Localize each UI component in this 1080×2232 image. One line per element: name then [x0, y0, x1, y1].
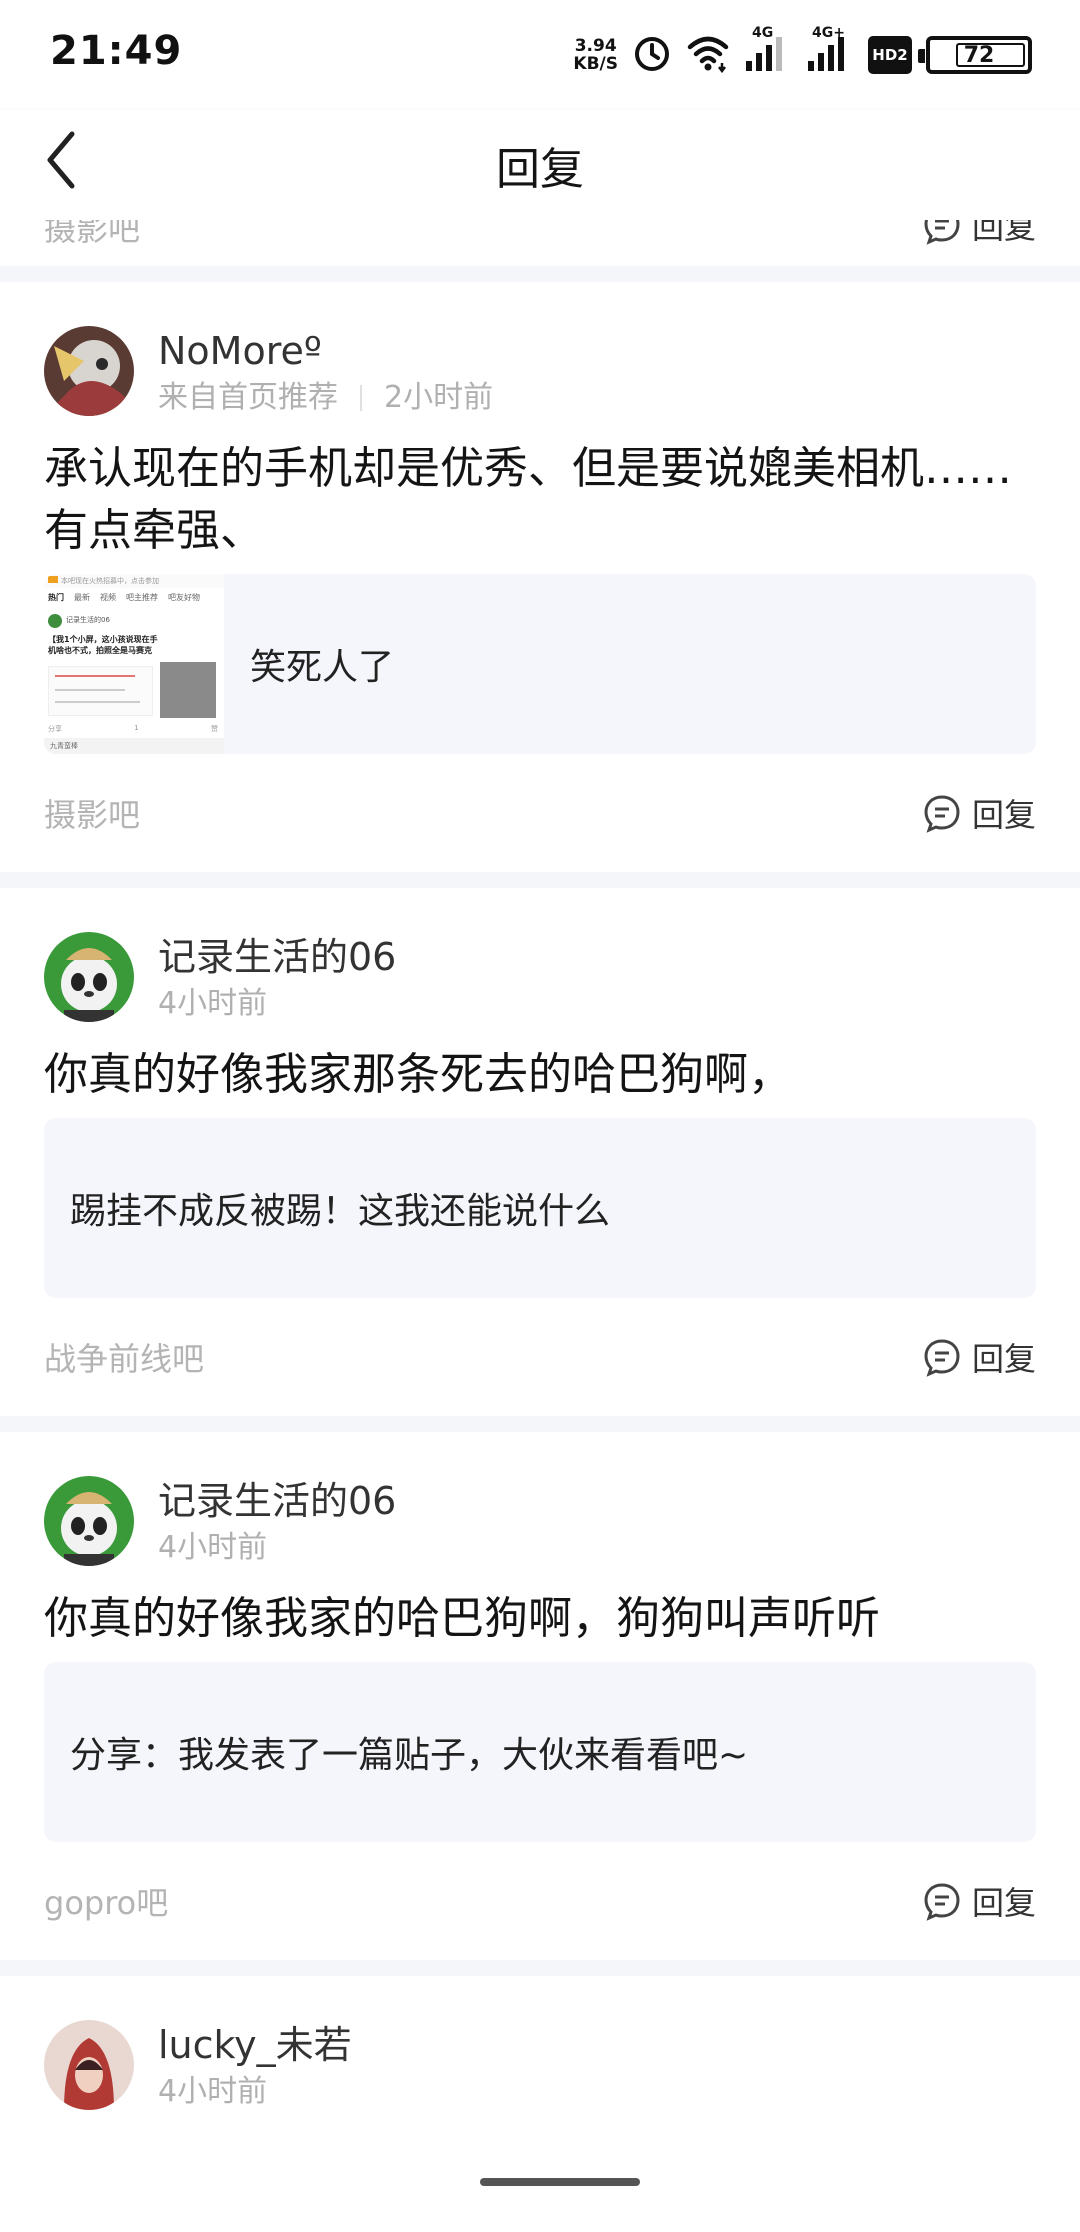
alarm-icon	[632, 33, 672, 77]
battery-icon: 72	[918, 36, 1032, 74]
reply-card[interactable]: NoMoreº 来自首页推荐 2小时前 承认现在的手机却是优秀、但是要说媲美相机…	[0, 282, 1080, 872]
timestamp: 2小时前	[384, 380, 494, 415]
username[interactable]: 记录生活的06	[158, 1476, 396, 1526]
quoted-post[interactable]: 分享：我发表了一篇贴子，大伙来看看吧~	[44, 1662, 1036, 1842]
thumb-action: 1	[134, 724, 139, 732]
reply-label: 回复	[971, 1340, 1036, 1378]
nav-bar: 回复	[0, 110, 1080, 220]
reply-button[interactable]: 回复	[922, 790, 1036, 836]
username[interactable]: lucky_未若	[158, 2020, 352, 2070]
forum-name[interactable]: 战争前线吧	[44, 1334, 204, 1380]
post-meta: 4小时前	[158, 982, 396, 1026]
reply-content[interactable]: 承认现在的手机却是优秀、但是要说媲美相机……有点牵强、	[44, 438, 1036, 562]
thumb-action: 分享	[48, 725, 62, 733]
avatar[interactable]	[44, 2020, 134, 2110]
reply-feed[interactable]: 摄影吧 回复 NoMoreº 来自首页推荐 2小时前 承认现在的手机却是优秀、但…	[0, 220, 1080, 2114]
network-speed-value: 3.94	[574, 36, 617, 56]
username[interactable]: NoMoreº	[158, 326, 493, 376]
quoted-post[interactable]: 本吧现在火热招募中，点击参加 热门 最新 视频 吧主推荐 吧友好物 记录生活的0…	[44, 574, 1036, 754]
signal-icon-2: 4G+	[806, 25, 854, 77]
thumb-title: 【我1个小屏，这小孩说现在手机啥也不式，拍照全是马赛克	[48, 635, 158, 655]
quoted-text: 笑死人了	[250, 647, 395, 688]
avatar[interactable]	[44, 1476, 134, 1566]
reply-card[interactable]: lucky_未若 4小时前	[0, 1976, 1080, 2114]
thumb-tab: 视频	[100, 593, 116, 602]
comment-icon	[924, 1883, 960, 1921]
reply-card-partial: 摄影吧 回复	[0, 220, 1080, 266]
timestamp: 4小时前	[158, 1530, 268, 1565]
card-divider	[0, 872, 1080, 888]
back-button[interactable]	[44, 120, 94, 200]
status-icons: 3.94 KB/S 4G 4G+ HD2 72	[573, 25, 1032, 80]
timestamp: 4小时前	[158, 986, 268, 1021]
reply-content[interactable]: 你真的好像我家的哈巴狗啊，狗狗叫声听听	[44, 1588, 1036, 1650]
network-speed: 3.94 KB/S	[573, 37, 618, 73]
page-title: 回复	[496, 144, 584, 195]
reply-button[interactable]: 回复	[922, 220, 1036, 248]
quoted-text: 踢挂不成反被踢！这我还能说什么	[70, 1191, 611, 1232]
post-meta: 4小时前	[158, 2070, 352, 2114]
comment-icon	[924, 1339, 960, 1377]
battery-level: 72	[963, 42, 995, 68]
wifi-icon	[686, 33, 730, 77]
status-bar: 21:49 3.94 KB/S 4G 4G+ HD2 72	[0, 0, 1080, 110]
comment-icon	[924, 220, 960, 245]
source-label: 来自首页推荐	[158, 380, 338, 415]
forum-name[interactable]: 摄影吧	[44, 790, 140, 836]
reply-label: 回复	[971, 1884, 1036, 1922]
reply-label: 回复	[971, 220, 1036, 246]
username[interactable]: 记录生活的06	[158, 932, 396, 982]
quoted-post[interactable]: 踢挂不成反被踢！这我还能说什么	[44, 1118, 1036, 1298]
forum-name[interactable]: 摄影吧	[44, 220, 140, 250]
home-indicator[interactable]	[480, 2178, 640, 2186]
thumb-tab: 最新	[74, 593, 90, 602]
network-type-label: 4G	[752, 25, 774, 41]
reply-button[interactable]: 回复	[922, 1878, 1036, 1924]
signal-icon-1: 4G	[744, 25, 792, 77]
chevron-left-icon	[47, 131, 75, 189]
reply-button[interactable]: 回复	[922, 1334, 1036, 1380]
quoted-text: 分享：我发表了一篇贴子，大伙来看看吧~	[70, 1735, 749, 1776]
reply-label: 回复	[971, 796, 1036, 834]
thumb-action: 赞	[211, 725, 218, 733]
reply-card[interactable]: 记录生活的06 4小时前 你真的好像我家的哈巴狗啊，狗狗叫声听听 分享：我发表了…	[0, 1432, 1080, 1960]
thumb-author: 记录生活的06	[66, 616, 110, 624]
hd-icon: HD2	[868, 36, 912, 74]
thumb-tab: 热门	[48, 593, 64, 602]
thumb-banner: 本吧现在火热招募中，点击参加	[61, 577, 159, 585]
avatar[interactable]	[44, 326, 134, 416]
reply-card[interactable]: 记录生活的06 4小时前 你真的好像我家那条死去的哈巴狗啊， 踢挂不成反被踢！这…	[0, 888, 1080, 1416]
network-speed-unit: KB/S	[573, 54, 618, 74]
meta-separator	[360, 385, 362, 411]
card-divider	[0, 1416, 1080, 1432]
post-meta: 4小时前	[158, 1526, 396, 1570]
forum-name[interactable]: gopro吧	[44, 1878, 168, 1924]
quoted-post-thumbnail: 本吧现在火热招募中，点击参加 热门 最新 视频 吧主推荐 吧友好物 记录生活的0…	[44, 574, 224, 754]
post-meta: 来自首页推荐 2小时前	[158, 376, 493, 420]
status-time: 21:49	[50, 28, 183, 74]
thumb-tab: 吧友好物	[168, 593, 200, 602]
card-divider	[0, 1960, 1080, 1976]
timestamp: 4小时前	[158, 2074, 268, 2109]
thumb-footer: 九青蛮棒	[44, 738, 224, 754]
comment-icon	[924, 795, 960, 833]
reply-content[interactable]: 你真的好像我家那条死去的哈巴狗啊，	[44, 1044, 1036, 1106]
avatar[interactable]	[44, 932, 134, 1022]
card-divider	[0, 266, 1080, 282]
network-type-label-2: 4G+	[812, 25, 845, 41]
thumb-tab: 吧主推荐	[126, 593, 158, 602]
